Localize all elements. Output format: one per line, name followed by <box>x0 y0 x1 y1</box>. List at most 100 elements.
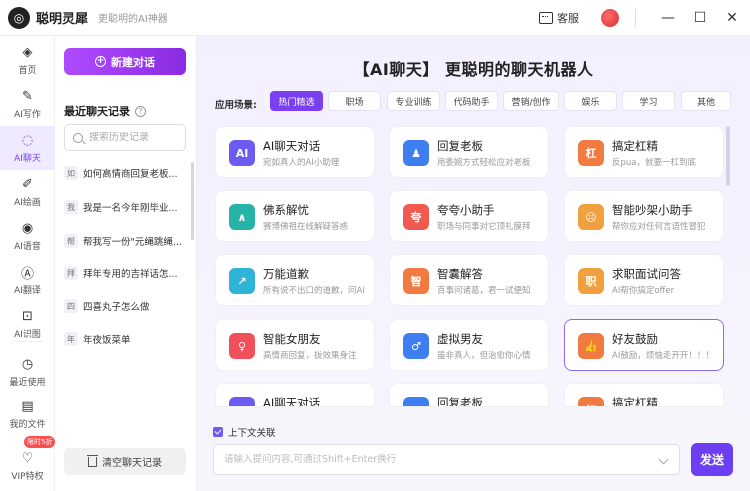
history-item[interactable]: 如 如何高情商回复老板... <box>64 162 186 184</box>
feature-card[interactable]: 夸夸夸小助手 职场与同事对它顶礼膜拜 <box>389 190 549 242</box>
message-input-box[interactable] <box>213 444 680 475</box>
feature-card[interactable]: ♟ 回复老板 <box>389 383 549 407</box>
nav-ai-writing[interactable]: ✎ AI写作 <box>0 82 55 126</box>
feature-card-icon: ↗ <box>229 268 255 294</box>
app-name: 聪明灵犀 <box>36 12 89 27</box>
microphone-icon: ◉ <box>21 220 34 236</box>
cards-scrollbar[interactable] <box>726 126 730 186</box>
feature-card-title: 回复老板 <box>437 139 483 153</box>
history-search[interactable] <box>64 124 186 151</box>
nav-home[interactable]: ◈ 首页 <box>0 38 55 82</box>
feature-card[interactable]: 智智囊解答 百事问诸葛，君一试便知 <box>389 254 549 306</box>
feature-card[interactable]: ♂ 虚拟男友 虽非真人，但治愈你心情 <box>389 319 549 371</box>
feature-card-desc: 帮你应对任何言语性冒犯 <box>612 222 706 232</box>
tab-workplace[interactable]: 职场 <box>328 91 381 111</box>
nav-recent[interactable]: ◷ 最近使用 <box>0 350 55 394</box>
chat-icon: ◌ <box>21 132 34 148</box>
nav-ai-chat[interactable]: ◌ AI聊天 <box>0 126 55 170</box>
feature-card[interactable]: AI AI聊天对话 宛如真人的AI小助理 <box>215 126 375 178</box>
history-item[interactable]: 拜 拜年专用的吉祥话怎... <box>64 262 186 284</box>
feature-card-icon: ♀ <box>229 333 255 359</box>
nav-ai-painting[interactable]: ✐ AI绘画 <box>0 170 55 214</box>
nav-rail: ◈ 首页 ✎ AI写作 ◌ AI聊天 ✐ AI绘画 ◉ AI语音 Ⓐ AI翻译 … <box>0 36 56 491</box>
feature-card-icon: 智 <box>403 268 429 294</box>
nav-label: AI语音 <box>14 242 41 252</box>
feature-card-desc: 所有说不出口的道歉，问AI <box>263 286 365 296</box>
history-item[interactable]: 帮 帮我写一份"元绳跳绳... <box>64 230 186 252</box>
feature-card-title: 智能女朋友 <box>263 332 321 346</box>
feature-card[interactable]: AI AI聊天对话 <box>215 383 375 407</box>
context-toggle[interactable]: 上下文关联 <box>213 425 276 439</box>
history-item[interactable]: 四 四喜丸子怎么做 <box>64 295 186 317</box>
tab-marketing[interactable]: 营销/创作 <box>503 91 559 111</box>
tab-entertainment[interactable]: 娱乐 <box>564 91 617 111</box>
tab-study[interactable]: 学习 <box>622 91 675 111</box>
chat-history-panel: + 新建对话 最近聊天记录 ? 如 如何高情商回复老板... 我 我是一名今年刚… <box>55 36 197 491</box>
feature-card-icon: 杠 <box>578 140 604 166</box>
feature-card[interactable]: 👍 好友鼓励 AI鼓励，烦恼走开开！！！ <box>564 319 724 371</box>
close-button[interactable]: ✕ <box>718 4 746 32</box>
page-title: 【AI聊天】 更聪明的聊天机器人 <box>353 60 594 79</box>
tab-code[interactable]: 代码助手 <box>445 91 498 111</box>
context-label: 上下文关联 <box>228 428 276 439</box>
feature-card-desc: AI帮你搞定offer <box>612 286 675 296</box>
feature-card[interactable]: 杠搞定杠精 反pua，就要一杠到底 <box>564 126 724 178</box>
message-input[interactable] <box>224 454 644 465</box>
rail-divider <box>12 341 43 342</box>
minimize-button[interactable]: — <box>654 4 682 32</box>
nav-ai-voice[interactable]: ◉ AI语音 <box>0 214 55 258</box>
send-button[interactable]: 发送 <box>691 443 733 476</box>
feature-card-title: 智能吵架小助手 <box>612 203 693 217</box>
main-content: 【AI聊天】 更聪明的聊天机器人 应用场景: 热门精选 职场 专业训练 代码助手… <box>197 36 750 491</box>
history-item[interactable]: 我 我是一名今年刚毕业... <box>64 196 186 218</box>
feature-card-desc: 宛如真人的AI小助理 <box>263 158 340 168</box>
feature-card[interactable]: ∧ 佛系解忧 赛博佛祖在线解疑答惑 <box>215 190 375 242</box>
feature-card-title: 好友鼓励 <box>612 332 658 346</box>
feature-card-icon: 👍 <box>578 333 604 359</box>
history-text: 我是一名今年刚毕业... <box>83 203 178 214</box>
tab-other[interactable]: 其他 <box>681 91 731 111</box>
checkbox-checked-icon[interactable] <box>213 427 223 437</box>
feature-card-title: 搞定杠精 <box>612 396 658 407</box>
maximize-button[interactable]: ☐ <box>686 4 714 32</box>
nav-ai-image-recognition[interactable]: ⊡ AI识图 <box>0 302 55 346</box>
feature-card-icon: 杠 <box>578 397 604 406</box>
user-avatar[interactable] <box>601 9 619 27</box>
nav-vip[interactable]: ♡ VIP特权 <box>0 444 55 488</box>
nav-ai-translate[interactable]: Ⓐ AI翻译 <box>0 258 55 302</box>
clear-history-button[interactable]: 清空聊天记录 <box>64 448 186 475</box>
feature-card[interactable]: ☹ 智能吵架小助手 帮你应对任何言语性冒犯 <box>564 190 724 242</box>
feature-card-desc: 用委婉方式轻松应对老板 <box>437 158 531 168</box>
history-scrollbar[interactable] <box>191 162 194 240</box>
customer-service-button[interactable]: 客服 <box>539 10 579 26</box>
titlebar-divider <box>635 9 636 27</box>
nav-my-files[interactable]: ▤ 我的文件 <box>0 392 55 436</box>
feature-card-desc: 赛博佛祖在线解疑答惑 <box>263 222 349 232</box>
feature-card-icon: 夸 <box>403 204 429 230</box>
history-search-input[interactable] <box>89 132 179 143</box>
feature-card-icon: ♂ <box>403 333 429 359</box>
history-tag: 如 <box>64 166 78 180</box>
tab-hot[interactable]: 热门精选 <box>270 91 323 111</box>
help-icon[interactable]: ? <box>135 105 146 117</box>
feature-card[interactable]: ↗ 万能道歉 所有说不出口的道歉，问AI <box>215 254 375 306</box>
chevron-down-icon[interactable] <box>658 454 669 465</box>
tab-training[interactable]: 专业训练 <box>387 91 440 111</box>
feature-card-desc: 高情商回复，拢效果身注 <box>263 351 357 361</box>
history-text: 如何高情商回复老板... <box>83 169 178 180</box>
plus-icon: + <box>95 56 106 67</box>
history-text: 帮我写一份"元绳跳绳... <box>83 237 182 248</box>
feature-card[interactable]: ♟ 回复老板 用委婉方式轻松应对老板 <box>389 126 549 178</box>
feature-card-desc: 百事问诸葛，君一试便知 <box>437 286 531 296</box>
feature-card-title: AI聊天对话 <box>263 396 321 407</box>
history-item[interactable]: 年 年夜饭菜单 <box>64 328 186 350</box>
history-tag: 帮 <box>64 234 78 248</box>
feature-card[interactable]: 杠搞定杠精 <box>564 383 724 407</box>
new-chat-button[interactable]: + 新建对话 <box>64 48 186 75</box>
feature-card-title: 夸夸小助手 <box>437 203 495 217</box>
nav-label: AI写作 <box>14 110 41 120</box>
feature-card[interactable]: 职求职面试问答 AI帮你搞定offer <box>564 254 724 306</box>
feature-card-desc: 虽非真人，但治愈你心情 <box>437 351 531 361</box>
feature-card[interactable]: ♀ 智能女朋友高情商回复，拢效果身注 <box>215 319 375 371</box>
feature-card-desc: 反pua，就要一杠到底 <box>612 158 696 168</box>
